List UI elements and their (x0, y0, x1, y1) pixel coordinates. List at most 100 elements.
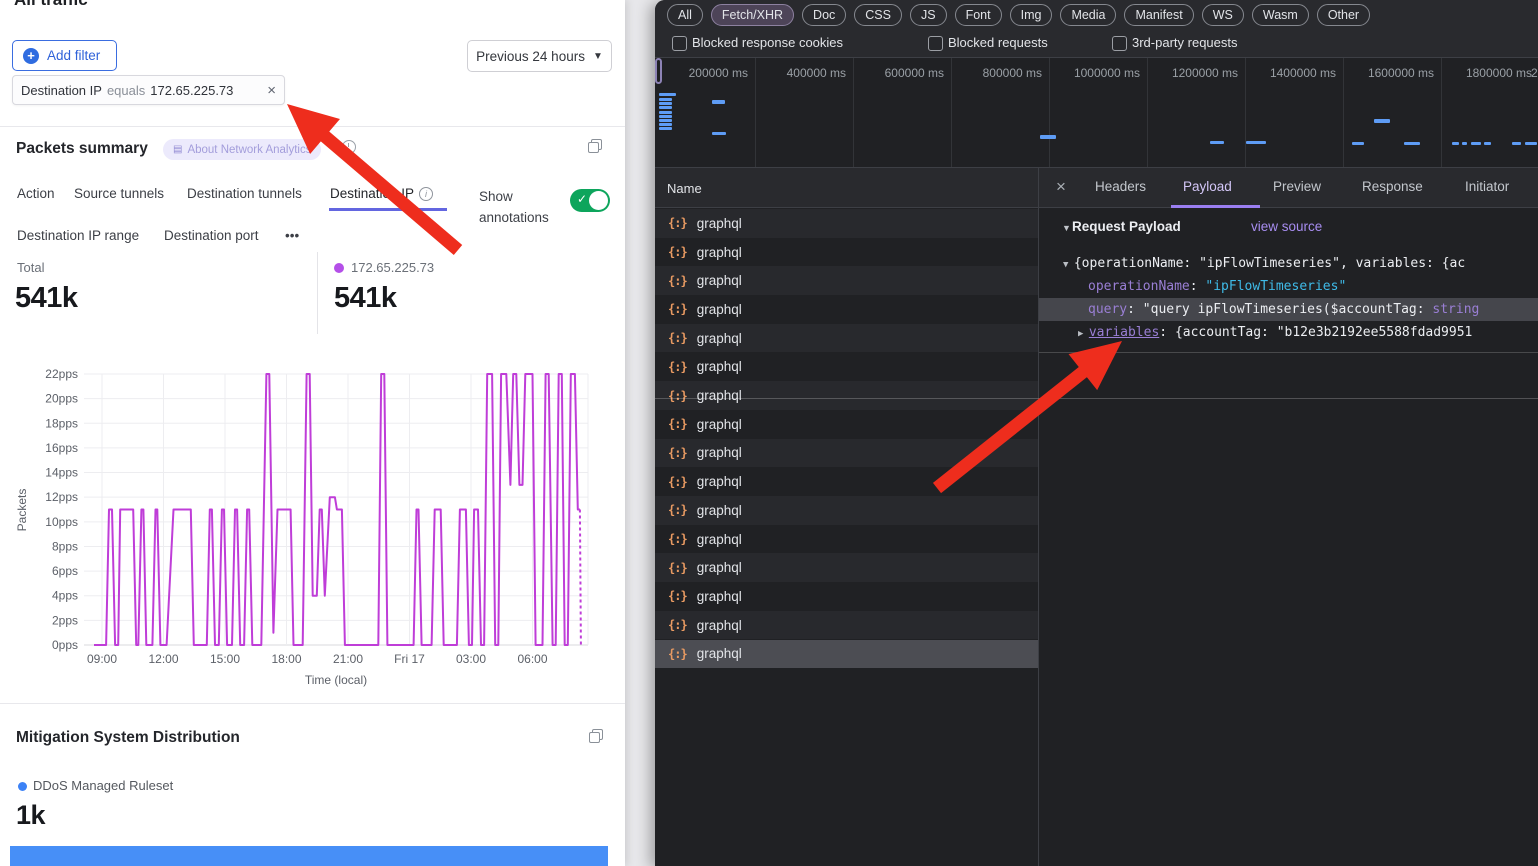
filter-value: 172.65.225.73 (150, 83, 233, 98)
screenshot-artifact-line (1039, 352, 1538, 353)
show-annotations-toggle[interactable]: ✓ (570, 189, 610, 212)
filter-pill-css[interactable]: CSS (854, 4, 902, 26)
remove-filter-icon[interactable]: × (267, 83, 276, 98)
request-name: graphql (697, 589, 742, 604)
filter-pill-ws[interactable]: WS (1202, 4, 1244, 26)
history-clock-icon[interactable] (342, 140, 356, 154)
svg-text:12:00: 12:00 (148, 652, 178, 666)
request-name: graphql (697, 445, 742, 460)
json-braces-icon: {:} (668, 389, 687, 403)
timeline-gridline (1441, 58, 1442, 167)
filter-pill-fetch-xhr[interactable]: Fetch/XHR (711, 4, 794, 26)
tab-destination-ip[interactable]: Destination IPi (330, 186, 433, 201)
payload-line[interactable]: ▶ variables: {accountTag: "b12e3b2192ee5… (1039, 321, 1538, 344)
filter-pill-js[interactable]: JS (910, 4, 947, 26)
filter-pill-wasm[interactable]: Wasm (1252, 4, 1309, 26)
network-request-row[interactable]: {:}graphql (655, 410, 1038, 439)
checkbox-blocked-response-cookies[interactable] (672, 36, 687, 51)
json-braces-icon: {:} (668, 503, 687, 517)
timeline-tick-label: 1200000 ms (1172, 66, 1238, 80)
filter-operator: equals (107, 83, 145, 98)
tab-headers[interactable]: Headers (1095, 179, 1146, 194)
request-activity-mark (1471, 142, 1481, 145)
copy-card-icon[interactable] (588, 139, 603, 154)
about-network-analytics-badge[interactable]: ▤ About Network Analytics (163, 139, 321, 160)
collapse-triangle-icon[interactable]: ▼ (1062, 223, 1071, 233)
json-braces-icon: {:} (668, 532, 687, 546)
json-braces-icon: {:} (668, 331, 687, 345)
tab-more[interactable]: ••• (285, 228, 299, 243)
network-request-row[interactable]: {:}graphql (655, 381, 1038, 410)
network-request-row[interactable]: {:}graphql (655, 439, 1038, 468)
active-tab-underline (329, 208, 447, 211)
view-source-link[interactable]: view source (1251, 219, 1322, 234)
request-activity-mark (1452, 142, 1459, 145)
filter-pill-all[interactable]: All (667, 4, 703, 26)
checkbox-3rd-party-requests[interactable] (1112, 36, 1127, 51)
request-activity-mark (659, 123, 672, 126)
checkbox-blocked-requests[interactable] (928, 36, 943, 51)
request-activity-mark (1040, 135, 1056, 139)
request-activity-mark (659, 119, 672, 122)
add-filter-button[interactable]: + Add filter (12, 40, 117, 71)
expanded-triangle-icon[interactable]: ▼ (1039, 260, 1074, 270)
filter-pill-media[interactable]: Media (1060, 4, 1116, 26)
filter-pill-img[interactable]: Img (1010, 4, 1053, 26)
tab-destination-tunnels[interactable]: Destination tunnels (187, 186, 302, 201)
request-name: graphql (697, 417, 742, 432)
network-request-row[interactable]: {:}graphql (655, 266, 1038, 295)
tab-response[interactable]: Response (1362, 179, 1423, 194)
request-activity-mark (659, 93, 676, 96)
network-request-row[interactable]: {:}graphql (655, 295, 1038, 324)
mitigation-bar[interactable] (10, 846, 608, 866)
filter-chip[interactable]: Destination IP equals 172.65.225.73 × (12, 75, 285, 105)
copy-card-icon[interactable] (589, 729, 604, 744)
timeline-tick-label: 800000 ms (983, 66, 1042, 80)
svg-text:10pps: 10pps (45, 515, 78, 529)
network-request-row[interactable]: {:}graphql (655, 467, 1038, 496)
payload-token: : (1190, 279, 1206, 294)
filter-pill-doc[interactable]: Doc (802, 4, 846, 26)
network-request-row[interactable]: {:}graphql (655, 496, 1038, 525)
payload-line[interactable]: ▼ {operationName: "ipFlowTimeseries", va… (1039, 252, 1538, 275)
info-icon[interactable]: i (419, 187, 433, 201)
network-request-row[interactable]: {:}graphql (655, 525, 1038, 554)
network-request-row[interactable]: {:}graphql (655, 238, 1038, 267)
name-column-header[interactable]: Name (655, 168, 1038, 208)
json-braces-icon: {:} (668, 647, 687, 661)
mitigation-value: 1k (16, 800, 45, 831)
tab-preview[interactable]: Preview (1273, 179, 1321, 194)
network-request-row[interactable]: {:}graphql (655, 324, 1038, 353)
request-name: graphql (697, 618, 742, 633)
timeline-gridline (755, 58, 756, 167)
book-icon: ▤ (173, 144, 182, 155)
timeline-scroll-handle[interactable] (655, 58, 662, 84)
tab-payload[interactable]: Payload (1183, 179, 1232, 194)
svg-text:6pps: 6pps (52, 564, 78, 578)
request-name: graphql (697, 302, 742, 317)
network-request-row[interactable]: {:}graphql (655, 611, 1038, 640)
filter-pill-font[interactable]: Font (955, 4, 1002, 26)
filter-pill-other[interactable]: Other (1317, 4, 1370, 26)
time-range-dropdown[interactable]: Previous 24 hours ▼ (467, 40, 612, 72)
timeline-gridline (1147, 58, 1148, 167)
network-request-row[interactable]: {:}graphql (655, 209, 1038, 238)
payload-token: {operationName: "ipFlowTimeseries", vari… (1074, 256, 1465, 271)
network-request-row[interactable]: {:}graphql (655, 582, 1038, 611)
network-request-row[interactable]: {:}graphql (655, 640, 1038, 669)
tab-destination-ip-range[interactable]: Destination IP range (17, 228, 139, 243)
tab-destination-port[interactable]: Destination port (164, 228, 259, 243)
collapsed-triangle-icon[interactable]: ▶ (1039, 329, 1089, 339)
stat-total-label: Total (17, 260, 44, 275)
tab-initiator[interactable]: Initiator (1465, 179, 1509, 194)
network-request-row[interactable]: {:}graphql (655, 353, 1038, 382)
filter-pill-manifest[interactable]: Manifest (1124, 4, 1193, 26)
close-panel-icon[interactable]: × (1056, 177, 1066, 197)
svg-text:0pps: 0pps (52, 638, 78, 652)
network-request-row[interactable]: {:}graphql (655, 553, 1038, 582)
tab-source-tunnels[interactable]: Source tunnels (74, 186, 164, 201)
devtools-window: All Fetch/XHR Doc CSS JS Font Img Media Manifest… (655, 0, 1538, 866)
request-activity-mark (659, 102, 672, 105)
tab-action[interactable]: Action (17, 186, 55, 201)
timeline-gridline (1343, 58, 1344, 167)
